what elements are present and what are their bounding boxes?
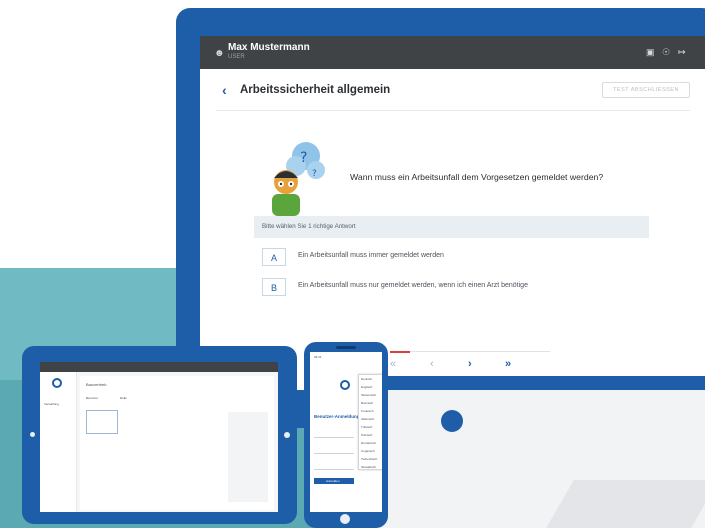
language-option[interactable]: Ungarisch [361,449,375,453]
page-title: Arbeitssicherheit allgemein [240,84,391,96]
phone-input[interactable] [314,448,354,454]
user-name: Max Mustermann [228,42,310,53]
tablet-top-bar [40,362,278,372]
answer-text[interactable]: Ein Arbeitsunfall muss nur gemeldet werd… [298,282,528,289]
logo-icon [52,378,62,388]
document-icon[interactable]: ▣ [646,47,655,58]
language-option[interactable]: Deutsch [361,377,372,381]
language-option[interactable]: Türkisch [361,425,372,429]
previous-button[interactable]: ‹ [430,358,434,370]
divider [216,110,690,111]
question-text: Wann muss ein Arbeitsunfall dem Vorgeset… [350,172,604,182]
logout-icon[interactable]: ↦ [678,47,686,58]
svg-text:?: ? [300,150,307,166]
language-option[interactable]: Kroatisch [361,409,374,413]
phone-speaker [336,346,356,349]
mascot-illustration: ? ? [272,142,325,216]
tablet-camera [30,432,35,437]
tablet-label: Benutzer [86,396,99,400]
answer-option[interactable]: A Ein Arbeitsunfall muss immer gemeldet … [262,248,622,266]
language-option[interactable]: Polnisch [361,433,372,437]
next-button[interactable]: › [468,358,472,370]
progress-indicator [390,351,410,353]
back-icon[interactable]: ‹ [222,82,227,98]
sidebar-section: Verwaltung [44,402,59,406]
language-option[interactable]: Slowenisch [361,393,376,397]
monitor-bezel-bottom [350,376,705,390]
phone-input[interactable] [314,464,354,470]
svg-text:?: ? [312,169,317,179]
phone-login-label: Anmelden [326,479,340,483]
answer-option[interactable]: B Ein Arbeitsunfall muss nur gemeldet we… [262,278,622,296]
first-page-button[interactable]: « [390,358,396,370]
globe-icon[interactable]: ☉ [662,47,670,58]
answer-letter[interactable]: B [262,278,286,296]
language-option[interactable]: Englisch [361,385,372,389]
tablet-main: Bauvertrieb Benutzer Rolle [80,376,274,510]
answer-letter[interactable]: A [262,248,286,266]
hint-text: Bitte wählen Sie 1 richtige Antwort [262,223,356,230]
language-option[interactable]: Rumänisch [361,441,376,445]
tablet-card[interactable] [86,410,118,434]
phone-home-button [340,514,350,524]
hint-bar: Bitte wählen Sie 1 richtige Antwort [254,216,649,238]
progress-track [410,351,550,352]
phone-input[interactable] [314,432,354,438]
monitor-screen: ☻ Max Mustermann USER ▣ ☉ ↦ ‹ Arbeitssic… [200,36,705,390]
answer-text[interactable]: Ein Arbeitsunfall muss immer gemeldet we… [298,252,444,259]
tablet-title: Bauvertrieb [86,382,107,387]
user-icon: ☻ [214,48,225,59]
top-bar: ☻ Max Mustermann USER ▣ ☉ ↦ [200,36,705,69]
logo-icon [340,380,350,390]
last-page-button[interactable]: » [505,358,511,370]
language-dropdown[interactable]: Deutsch Englisch Slowenisch Bosnisch Kro… [358,374,382,470]
close-test-button[interactable]: TEST ABSCHLIESSEN [602,82,690,98]
tablet-side-panel [228,412,268,502]
language-option[interactable]: Italienisch [361,417,374,421]
tablet-sidebar: Verwaltung [40,372,77,512]
user-role: USER [228,54,245,60]
language-option[interactable]: Tschechisch [361,457,377,461]
tablet-screen: Verwaltung Bauvertrieb Benutzer Rolle [40,362,278,512]
phone-login-button[interactable]: Anmelden [314,478,354,484]
phone-screen: 09:41 Benutzer-Anmeldung Anmelden Deutsc… [310,352,382,512]
phone-time: 09:41 [314,355,322,359]
monitor-logo-dot [441,410,463,432]
language-option[interactable]: Slowakisch [361,465,376,469]
monitor-stand-base [546,480,705,528]
phone-heading: Benutzer-Anmeldung [314,414,360,419]
tablet-label: Rolle [120,396,127,400]
tablet-home-button [284,432,290,438]
language-option[interactable]: Bosnisch [361,401,373,405]
